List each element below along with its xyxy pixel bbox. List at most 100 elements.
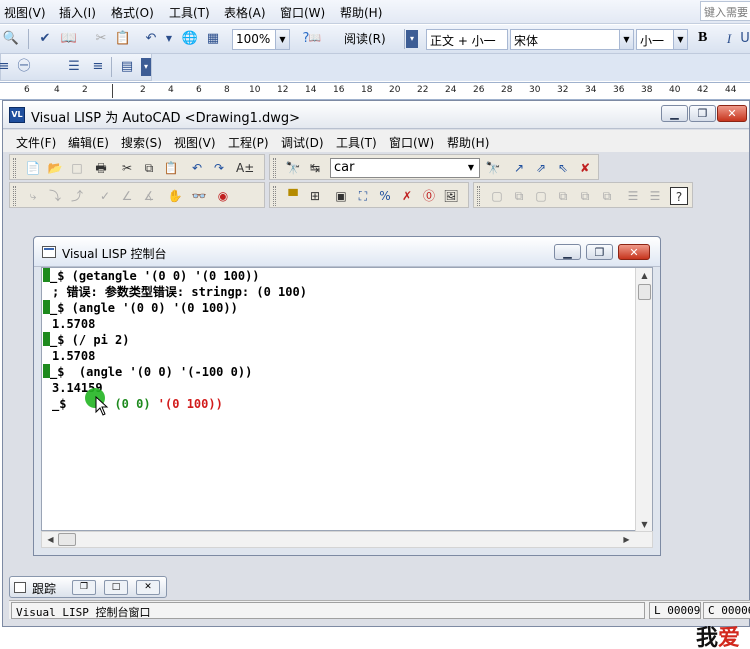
toolbar-gripper[interactable] <box>477 186 480 206</box>
console-output[interactable]: _$ (getangle '(0 0) '(0 100)) ; 错误: 参数类型… <box>41 267 653 532</box>
phonetic-guide-icon[interactable]: ㊀ <box>15 58 33 76</box>
numbering-icon[interactable]: ≡ <box>0 58 13 76</box>
console-close-button[interactable]: ✕ <box>618 244 650 260</box>
underline-icon[interactable]: U <box>736 30 750 48</box>
activate-autocad-icon[interactable]: ▀ <box>284 187 302 205</box>
word-menu-insert[interactable]: 插入(I) <box>59 4 96 21</box>
toolbar-options-icon[interactable]: ▾ <box>141 58 151 76</box>
font-size-combo[interactable]: 小一 ▼ <box>636 29 688 50</box>
maximize-button[interactable]: ❐ <box>689 105 716 122</box>
step-out-icon[interactable]: ⤴ <box>68 187 86 205</box>
close-icon[interactable]: ✕ <box>136 580 160 595</box>
console-maximize-button[interactable]: ❐ <box>586 244 613 260</box>
new-file-icon[interactable]: 📄 <box>24 159 42 177</box>
last-break-icon[interactable]: ◉ <box>214 187 232 205</box>
continue-icon[interactable]: ✓ <box>96 187 114 205</box>
vlisp-menu-help[interactable]: 帮助(H) <box>447 134 489 151</box>
copy-icon[interactable]: ⧉ <box>140 159 158 177</box>
vlisp-menu-debug[interactable]: 调试(D) <box>281 134 324 151</box>
open-file-icon[interactable]: 📂 <box>46 159 64 177</box>
replace-icon[interactable]: ↹ <box>306 159 324 177</box>
console-minimize-button[interactable]: ▁ <box>554 244 581 260</box>
vlisp-menu-file[interactable]: 文件(F) <box>16 134 56 151</box>
undo-dropdown-icon[interactable]: ▼ <box>160 30 178 48</box>
align-right-icon[interactable]: ≡ <box>89 58 107 76</box>
inspect-icon[interactable]: ▣ <box>332 187 350 205</box>
redo-icon[interactable]: ↷ <box>210 159 228 177</box>
load-selection-icon[interactable]: ⧉ <box>510 187 528 205</box>
select-window-icon[interactable]: ⊞ <box>306 187 324 205</box>
next-bookmark-icon[interactable]: ⇗ <box>532 159 550 177</box>
scroll-thumb[interactable] <box>638 284 651 300</box>
read-mode-icon[interactable]: 📖 <box>306 30 324 48</box>
vlisp-menu-project[interactable]: 工程(P) <box>228 134 269 151</box>
font-combo[interactable]: 宋体 ▼ <box>510 29 634 50</box>
hyperlink-icon[interactable]: 🌐 <box>181 30 199 48</box>
check-selection-icon[interactable]: ⧉ <box>554 187 572 205</box>
vlisp-menu-view[interactable]: 视图(V) <box>174 134 216 151</box>
vlisp-menu-window[interactable]: 窗口(W) <box>389 134 434 151</box>
print-icon[interactable]: 🖶 <box>92 159 110 177</box>
console-vertical-scrollbar[interactable]: ▲ ▼ <box>635 268 652 532</box>
trace-window-tab[interactable]: 跟踪 ❐ □ ✕ <box>9 576 167 598</box>
scroll-down-icon[interactable]: ▼ <box>637 517 652 532</box>
word-menu-help[interactable]: 帮助(H) <box>340 4 382 21</box>
align-center-icon[interactable]: ☰ <box>65 58 83 76</box>
apropos-icon[interactable]: ✗ <box>398 187 416 205</box>
paste-icon[interactable]: 📋 <box>114 30 132 48</box>
add-watch-icon[interactable]: 👓 <box>190 187 208 205</box>
indent-marker[interactable] <box>112 84 113 98</box>
toolbar-gripper[interactable] <box>13 186 16 206</box>
word-menu-view[interactable]: 视图(V) <box>4 4 46 21</box>
chevron-down-icon[interactable]: ▼ <box>275 30 289 49</box>
word-menu-format[interactable]: 格式(O) <box>111 4 154 21</box>
step-over-icon[interactable]: ⤵ <box>46 187 64 205</box>
bold-button[interactable]: B <box>698 30 707 46</box>
toolbar-options-icon[interactable]: ▾ <box>406 30 418 48</box>
find-toolbar-icon[interactable]: 🔭 <box>484 159 502 177</box>
uncomment-block-icon[interactable]: ☰ <box>646 187 664 205</box>
table-icon[interactable]: ▦ <box>204 30 222 48</box>
previous-bookmark-icon[interactable]: ⇖ <box>554 159 572 177</box>
undo-icon[interactable]: ↶ <box>142 30 160 48</box>
scroll-right-icon[interactable]: ▶ <box>619 532 634 547</box>
console-titlebar[interactable]: Visual LISP 控制台 ▁ ❐ ✕ <box>34 237 660 267</box>
scroll-left-icon[interactable]: ◀ <box>43 532 58 547</box>
chevron-down-icon[interactable]: ▼ <box>673 30 687 49</box>
toolbar-gripper[interactable] <box>273 186 276 206</box>
research-icon[interactable]: 📖 <box>60 30 78 48</box>
line-spacing-icon[interactable]: ▤ <box>118 58 136 76</box>
toolbar-gripper[interactable] <box>13 158 16 178</box>
close-button[interactable]: ✕ <box>717 105 747 122</box>
scroll-thumb[interactable] <box>58 533 76 546</box>
save-icon[interactable]: □ <box>68 159 86 177</box>
read-mode-button[interactable]: 阅读(R) <box>344 30 386 47</box>
print-preview-icon[interactable]: 🔍 <box>2 30 20 48</box>
help-icon[interactable]: ? <box>670 187 688 205</box>
toggle-bookmark-icon[interactable]: ↗ <box>510 159 528 177</box>
quit-icon[interactable]: ∠ <box>118 187 136 205</box>
format-selection-icon[interactable]: ⧉ <box>598 187 616 205</box>
check-window-icon[interactable]: ▢ <box>532 187 550 205</box>
horizontal-ruler[interactable]: 6 4 2 2 4 6 8 10 12 14 16 18 20 22 24 26… <box>0 82 750 100</box>
paste-icon[interactable]: 📋 <box>162 159 180 177</box>
scroll-up-icon[interactable]: ▲ <box>637 268 652 283</box>
word-menu-window[interactable]: 窗口(W) <box>280 4 325 21</box>
symbol-service-icon[interactable]: % <box>376 187 394 205</box>
watch-window-icon[interactable]: ⓪ <box>420 187 438 205</box>
maximize-icon[interactable]: □ <box>104 580 128 595</box>
search-combo[interactable]: car ▼ <box>330 158 480 178</box>
restore-icon[interactable]: ❐ <box>72 580 96 595</box>
spelling-icon[interactable]: ✔ <box>36 30 54 48</box>
clear-bookmarks-icon[interactable]: ✘ <box>576 159 594 177</box>
toolbar-gripper[interactable] <box>273 158 276 178</box>
find-icon[interactable]: 🔭 <box>284 159 302 177</box>
vlisp-titlebar[interactable]: VL Visual LISP 为 AutoCAD <Drawing1.dwg> … <box>3 101 749 129</box>
toggle-breakpoint-icon[interactable]: ✋ <box>166 187 184 205</box>
reset-icon[interactable]: ∡ <box>140 187 158 205</box>
console-horizontal-scrollbar[interactable]: ◀ ▶ <box>41 531 653 548</box>
cut-icon[interactable]: ✂ <box>118 159 136 177</box>
step-into-icon[interactable]: ⤷ <box>24 187 42 205</box>
chevron-down-icon[interactable]: ▼ <box>464 160 478 176</box>
cut-icon[interactable]: ✂ <box>92 30 110 48</box>
